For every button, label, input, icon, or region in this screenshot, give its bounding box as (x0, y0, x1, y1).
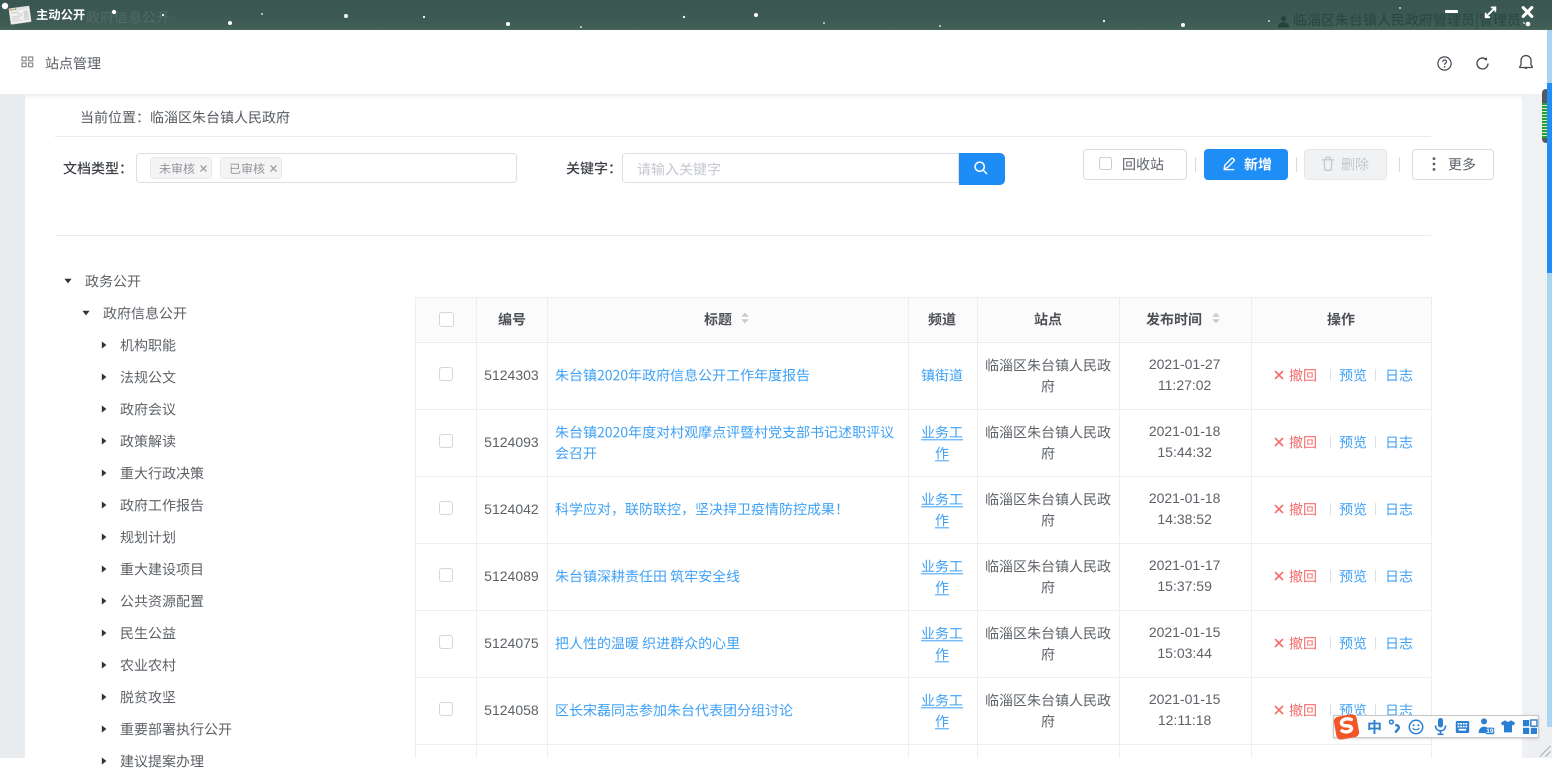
svg-text:19: 19 (1486, 728, 1494, 735)
